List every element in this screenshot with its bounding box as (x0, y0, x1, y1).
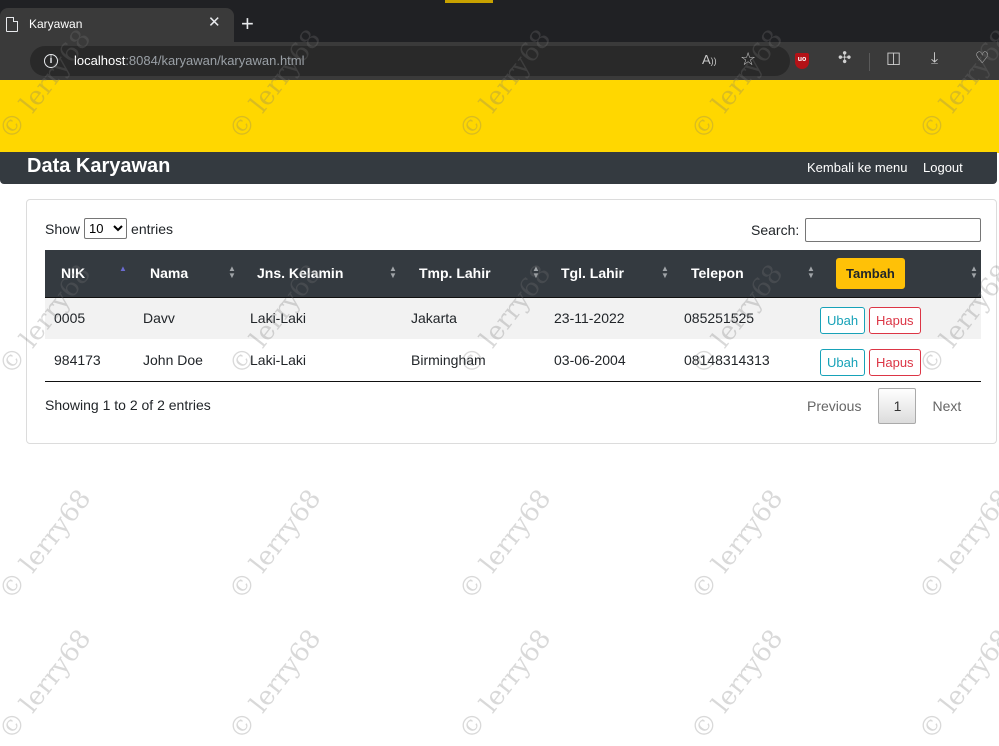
cell-actions: Ubah Hapus (820, 297, 981, 339)
next-button[interactable]: Next (932, 398, 961, 414)
edit-button[interactable]: Ubah (820, 307, 866, 335)
tab-strip-accent (445, 0, 493, 3)
column-header-label: Telepon (691, 265, 744, 282)
browser-tab-strip: Karyawan ✕ + (0, 0, 999, 42)
cell-nik: 0005 (54, 310, 86, 327)
column-header-jenis-kelamin[interactable]: Jns. Kelamin ▲ ▼ (240, 250, 401, 297)
column-header-tempat-lahir[interactable]: Tmp. Lahir ▲ ▼ (401, 250, 543, 297)
read-aloud-icon[interactable]: A)) (702, 52, 717, 67)
watermark-text: © lerry68 (685, 624, 790, 746)
address-bar: i localhost:8084/karyawan/karyawan.html … (0, 42, 999, 80)
performance-icon[interactable]: ♡ (975, 51, 989, 67)
search-input[interactable] (805, 218, 982, 242)
pagination: Previous 1 Next (807, 388, 961, 424)
info-icon[interactable]: i (44, 54, 58, 68)
watermark-text: © lerry68 (0, 484, 98, 606)
table-row: 0005 Davv Laki-Laki Jakarta 23-11-2022 0… (45, 297, 981, 339)
cell-telepon: 085251525 (684, 310, 755, 327)
watermark-text: © lerry68 (223, 624, 328, 746)
entries-length-control: Show 10 entries (45, 218, 173, 239)
sort-icon: ▲ ▼ (807, 264, 815, 280)
column-header-label: Jns. Kelamin (257, 265, 344, 282)
url-field[interactable]: i localhost:8084/karyawan/karyawan.html … (30, 46, 790, 76)
cell-telepon: 08148314313 (684, 351, 770, 368)
edit-button[interactable]: Ubah (820, 348, 866, 376)
delete-button[interactable]: Hapus (868, 307, 921, 335)
new-tab-button[interactable]: + (241, 13, 254, 35)
cell-tanggal-lahir: 23-11-2022 (554, 310, 625, 327)
column-header-nama[interactable]: Nama ▲ ▼ (133, 250, 240, 297)
column-header-tanggal-lahir[interactable]: Tgl. Lahir ▲ ▼ (543, 250, 673, 297)
cell-actions: Ubah Hapus (820, 339, 981, 381)
column-header-nik[interactable]: NIK ▲ (45, 250, 133, 297)
sort-icon: ▲ ▼ (228, 264, 236, 280)
favorite-icon[interactable]: ☆ (740, 49, 756, 70)
nav-link-back-to-menu[interactable]: Kembali ke menu (807, 160, 907, 175)
watermark-text: © lerry68 (223, 484, 328, 606)
delete-button[interactable]: Hapus (868, 348, 921, 376)
page-1-button[interactable]: 1 (878, 388, 917, 424)
sort-icon: ▲ ▼ (389, 264, 397, 280)
navbar-brand[interactable]: Data Karyawan (27, 155, 170, 178)
watermark-text: © lerry68 (453, 484, 558, 606)
split-screen-icon[interactable]: ◫ (886, 51, 901, 67)
column-header-telepon[interactable]: Telepon ▲ ▼ (673, 250, 820, 297)
column-header-label: Nama (150, 265, 189, 282)
cell-jenis-kelamin: Laki-Laki (250, 351, 307, 368)
column-header-label: Tgl. Lahir (561, 265, 624, 282)
extensions-icon[interactable]: ✣ (838, 51, 851, 67)
cell-nama: Davv (143, 310, 175, 327)
cell-tanggal-lahir: 03-06-2004 (554, 351, 626, 368)
search-label: Search: (751, 222, 800, 238)
download-icon[interactable]: ⤓ (931, 51, 938, 67)
entries-label: entries (131, 220, 174, 237)
table-row: 984173 John Doe Laki-Laki Birmingham 03-… (45, 339, 981, 381)
watermark-text: © lerry68 (0, 624, 98, 746)
url-text: localhost:8084/karyawan/karyawan.html (74, 53, 305, 68)
browser-tab[interactable]: Karyawan ✕ (0, 8, 234, 42)
search-control: Search: (751, 218, 982, 242)
watermark-text: © lerry68 (685, 484, 790, 606)
previous-button[interactable]: Previous (807, 398, 861, 414)
table-header-row: NIK ▲ Nama ▲ ▼ Jns. Kelamin ▲ ▼ Tmp. Lahir ▲ ▼ … (45, 250, 981, 297)
sort-icon: ▲ ▼ (970, 264, 978, 280)
page-icon (6, 17, 18, 32)
watermark-text: © lerry68 (913, 484, 999, 606)
sort-asc-icon: ▲ (119, 264, 127, 273)
column-header-label: NIK (61, 265, 86, 282)
ublock-extension-icon[interactable]: uo (795, 53, 809, 69)
sort-icon: ▲ ▼ (532, 264, 540, 280)
nav-link-logout[interactable]: Logout (923, 160, 963, 175)
url-path: :8084/karyawan/karyawan.html (125, 53, 305, 68)
cell-nama: John Doe (143, 351, 203, 368)
sort-icon: ▲ ▼ (661, 264, 669, 280)
show-label: Show (45, 220, 81, 237)
close-icon[interactable]: ✕ (208, 15, 221, 30)
table-info: Showing 1 to 2 of 2 entries (45, 397, 211, 413)
navbar: Data Karyawan Kembali ke menu Logout (0, 152, 997, 184)
toolbar-separator (869, 53, 870, 71)
column-header-label: Tmp. Lahir (419, 265, 491, 282)
employee-table: NIK ▲ Nama ▲ ▼ Jns. Kelamin ▲ ▼ Tmp. Lahir ▲ ▼ … (45, 250, 981, 382)
column-header-actions: Tambah ▲ ▼ (820, 250, 981, 297)
cell-nik: 984173 (54, 351, 101, 368)
cell-tempat-lahir: Jakarta (411, 310, 457, 327)
watermark-text: © lerry68 (913, 624, 999, 746)
cell-tempat-lahir: Birmingham (411, 351, 486, 368)
cell-jenis-kelamin: Laki-Laki (250, 310, 307, 327)
watermark-text: © lerry68 (453, 624, 558, 746)
entries-select[interactable]: 10 (84, 218, 128, 239)
add-employee-button[interactable]: Tambah (836, 257, 905, 289)
url-host: localhost (74, 53, 126, 68)
header-band (0, 80, 999, 153)
tab-title: Karyawan (29, 17, 83, 31)
